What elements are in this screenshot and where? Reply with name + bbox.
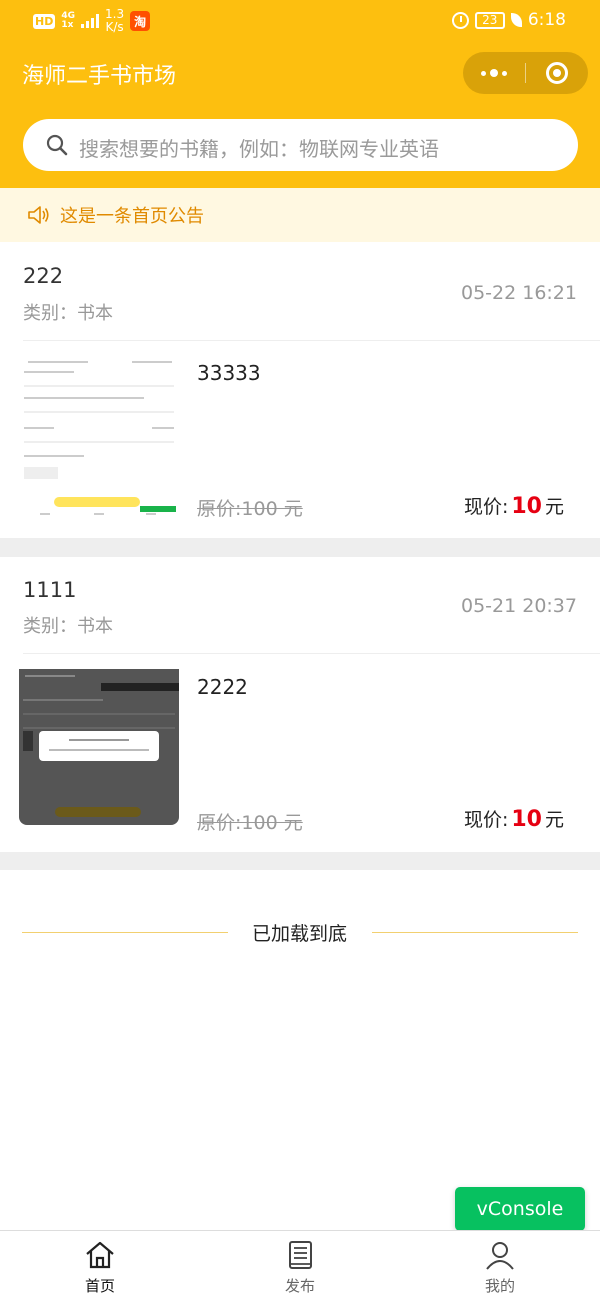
original-price: 原价:100 元	[197, 812, 303, 834]
loaded-to-bottom-text: 已加载到底	[252, 923, 348, 945]
end-divider-left	[22, 932, 228, 933]
home-icon	[86, 1241, 114, 1269]
more-menu-button[interactable]	[463, 52, 525, 94]
tab-home[interactable]: 首页	[0, 1231, 200, 1300]
user-icon	[486, 1242, 514, 1270]
tab-label: 我的	[484, 1277, 515, 1295]
power-saving-icon	[510, 13, 522, 27]
card-divider	[23, 340, 600, 341]
current-price: 现价: 10 元	[463, 807, 564, 832]
mini-program-capsule	[463, 52, 588, 94]
header: HD 4G 1x 1.3 K/s 淘 23 6:18 海师二手书市场 搜索想要的…	[0, 0, 600, 188]
close-mini-program-button[interactable]	[526, 52, 588, 94]
end-divider-right	[372, 932, 578, 933]
tab-publish[interactable]: 发布	[200, 1231, 400, 1300]
book-time: 05-22 16:21	[460, 282, 577, 304]
hd-icon: HD	[33, 13, 56, 29]
search-input[interactable]: 搜索想要的书籍，例如：物联网专业英语	[23, 119, 578, 171]
signal-icon	[81, 14, 99, 28]
book-time: 05-21 20:37	[460, 595, 577, 617]
current-price: 现价: 10 元	[463, 494, 564, 519]
search-icon	[46, 134, 68, 156]
target-icon	[546, 62, 568, 84]
page-title: 海师二手书市场	[22, 64, 177, 89]
speaker-icon	[28, 206, 49, 224]
price-value: 10	[511, 807, 542, 832]
book-title: 222	[23, 264, 64, 288]
more-dot-icon	[481, 70, 486, 76]
tab-bar: 首页 发布 我的	[0, 1230, 600, 1300]
book-category: 类别：书本	[23, 616, 113, 637]
network-speed: 1.3 K/s	[105, 7, 125, 34]
alarm-icon	[451, 11, 469, 29]
card-separator	[0, 852, 600, 870]
book-thumbnail[interactable]	[22, 355, 178, 523]
tab-mine[interactable]: 我的	[400, 1231, 600, 1300]
tab-label: 发布	[284, 1277, 315, 1295]
book-name: 33333	[197, 361, 261, 385]
notice-text: 这是一条首页公告	[60, 206, 204, 227]
book-category: 类别：书本	[23, 303, 113, 324]
status-time: 6:18	[527, 10, 566, 30]
battery-icon: 23	[474, 11, 505, 29]
taobao-app-icon: 淘	[130, 11, 151, 31]
book-card[interactable]: 1111 类别：书本 05-21 20:37 2222 原价:100 元 现价:…	[0, 557, 600, 852]
book-card[interactable]: 222 类别：书本 05-22 16:21 33333 原价:100 元 现价:…	[0, 243, 600, 538]
book-title: 1111	[23, 578, 77, 602]
status-bar: HD 4G 1x 1.3 K/s 淘 23 6:18	[0, 0, 600, 42]
network-type: 4G 1x	[61, 11, 75, 30]
book-name: 2222	[197, 675, 248, 699]
book-thumbnail[interactable]	[19, 669, 179, 825]
original-price: 原价:100 元	[197, 498, 303, 520]
card-separator	[0, 538, 600, 557]
search-placeholder: 搜索想要的书籍，例如：物联网专业英语	[79, 137, 439, 161]
card-divider	[23, 653, 600, 654]
price-value: 10	[511, 494, 542, 519]
vconsole-button[interactable]: vConsole	[455, 1187, 585, 1231]
book-icon	[289, 1241, 312, 1269]
tab-label: 首页	[84, 1277, 115, 1295]
